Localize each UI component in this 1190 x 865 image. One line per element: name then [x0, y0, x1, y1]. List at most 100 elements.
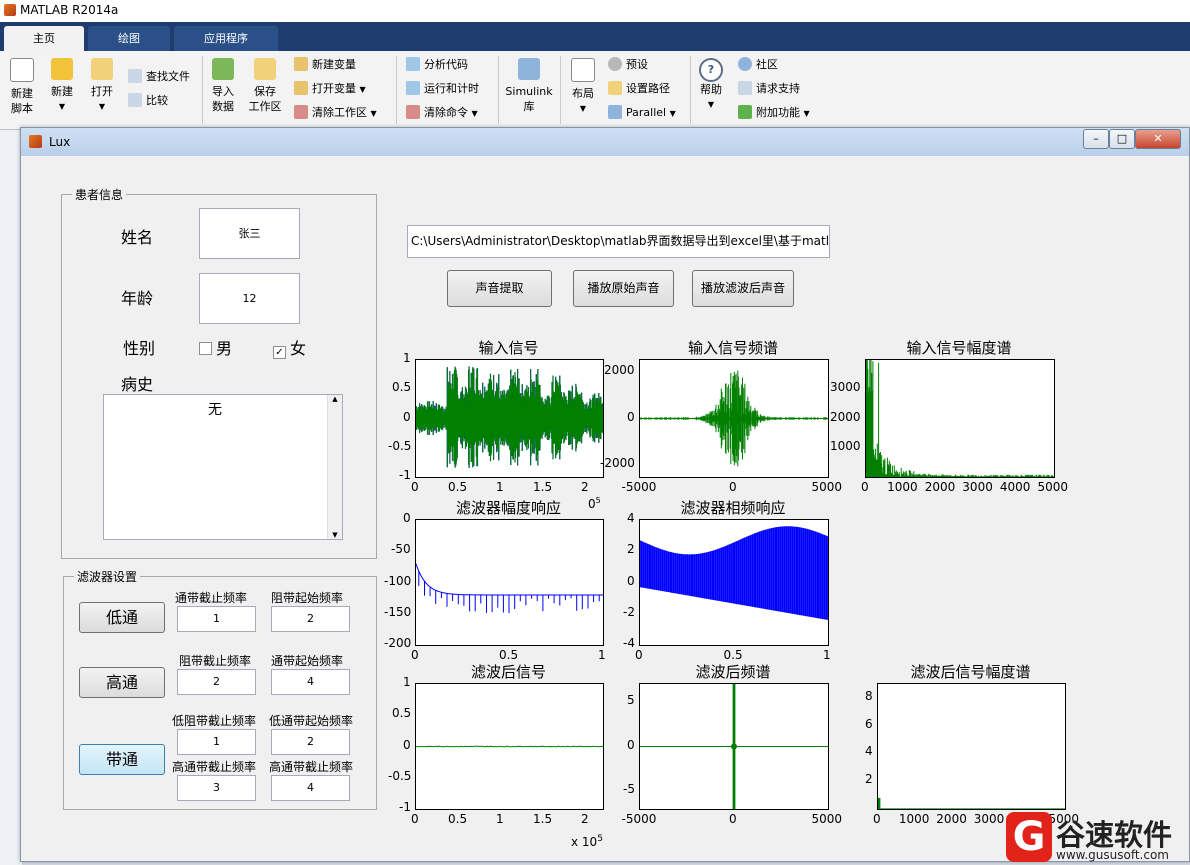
- community-button[interactable]: 社区: [738, 56, 778, 74]
- x-tick-label: 0.5: [499, 648, 519, 662]
- new-script-button[interactable]: 新建 脚本: [6, 58, 38, 116]
- gear-icon: [608, 57, 622, 71]
- y-tick-label: -0.5: [388, 768, 412, 783]
- matlab-title: MATLAB R2014a: [20, 3, 119, 17]
- parallel-icon: [608, 105, 622, 119]
- new-variable-button[interactable]: 新建变量: [294, 56, 356, 74]
- y-tick-label: 2: [627, 542, 635, 557]
- y-tick-label: -1: [399, 800, 411, 814]
- y-tick-label: 3000: [830, 380, 861, 395]
- y-tick-label: 2000: [604, 362, 635, 377]
- x-tick-label: 2: [581, 812, 589, 826]
- x-tick-label: 1.5: [533, 812, 553, 826]
- y-tick-label: 4: [865, 744, 873, 759]
- series-line-input-signal: [416, 366, 603, 468]
- chart-svg-input-spectrum: [640, 370, 828, 467]
- chart-title-filtered-amplitude-spectrum: 滤波后信号幅度谱: [910, 663, 1031, 681]
- chevron-down-icon: ▼: [98, 102, 106, 111]
- y-tick-label: 6: [865, 716, 873, 731]
- new-button[interactable]: 新建 ▼: [46, 58, 78, 114]
- toolbar-divider: [498, 56, 499, 124]
- series-line-filter-phase: [640, 526, 828, 620]
- save-workspace-button[interactable]: 保存 工作区: [246, 58, 284, 114]
- x-tick-label: 1: [496, 480, 504, 494]
- y-tick-label: -4: [623, 636, 635, 650]
- x-tick-label: 0: [873, 812, 881, 826]
- chart-svg-filtered-spectrum: [640, 684, 828, 809]
- y-tick-label: 0: [627, 573, 635, 588]
- run-and-time-label: 运行和计时: [424, 82, 479, 95]
- chevron-down-icon: ▼: [669, 109, 676, 118]
- x-tick-label: 0.5: [448, 812, 468, 826]
- y-tick-label: -100: [384, 573, 412, 588]
- add-ons-button[interactable]: 附加功能 ▼: [738, 104, 810, 122]
- chart-axes-input-signal[interactable]: [415, 359, 604, 478]
- compare-icon: [128, 93, 142, 107]
- chart-axes-filtered-amplitude-spectrum[interactable]: [877, 683, 1066, 810]
- analyze-code-icon: [406, 57, 420, 71]
- community-icon: [738, 57, 752, 71]
- add-ons-label: 附加功能: [756, 106, 800, 119]
- open-variable-button[interactable]: 打开变量 ▼: [294, 80, 366, 98]
- chart-axes-filter-phase[interactable]: [639, 519, 829, 646]
- parallel-button[interactable]: Parallel ▼: [608, 104, 676, 122]
- clear-commands-label: 清除命令: [424, 106, 468, 119]
- chevron-down-icon: ▼: [707, 100, 715, 109]
- simulink-library-button[interactable]: Simulink 库: [504, 58, 554, 114]
- clear-workspace-icon: [294, 105, 308, 119]
- analyze-code-button[interactable]: 分析代码: [406, 56, 468, 74]
- help-icon: ?: [699, 58, 723, 82]
- chart-axes-filtered-signal[interactable]: [415, 683, 604, 810]
- y-tick-label: 2000: [830, 409, 861, 424]
- x-tick-label: 2: [581, 480, 589, 494]
- import-data-label: 导入 数据: [212, 85, 234, 113]
- series-line-filter-magnitude: [416, 563, 603, 614]
- find-files-button[interactable]: 查找文件: [128, 68, 190, 86]
- y-tick-label: -0.5: [388, 438, 412, 453]
- chart-svg-filter-magnitude: [416, 563, 603, 614]
- set-path-icon: [608, 81, 622, 95]
- set-path-button[interactable]: 设置路径: [608, 80, 670, 98]
- analyze-code-label: 分析代码: [424, 58, 468, 71]
- clear-commands-button[interactable]: 清除命令 ▼: [406, 104, 478, 122]
- add-ons-icon: [738, 105, 752, 119]
- tab-plots[interactable]: 绘图: [88, 26, 170, 51]
- help-button[interactable]: ? 帮助 ▼: [694, 58, 728, 112]
- new-label: 新建: [51, 85, 73, 98]
- y-tick-label: 4: [627, 511, 635, 525]
- chevron-down-icon: ▼: [370, 109, 377, 118]
- chart-axes-filtered-spectrum[interactable]: [639, 683, 829, 810]
- x-tick-label: 5000: [1037, 480, 1069, 494]
- run-and-time-button[interactable]: 运行和计时: [406, 80, 479, 98]
- request-support-button[interactable]: 请求支持: [738, 80, 800, 98]
- tab-home[interactable]: 主页: [4, 26, 84, 51]
- x-tick-label: 1000: [898, 812, 930, 826]
- open-button[interactable]: 打开 ▼: [86, 58, 118, 114]
- x-tick-label: 1000: [887, 480, 918, 494]
- chevron-down-icon: ▼: [471, 109, 478, 118]
- plus-icon: [51, 58, 73, 80]
- new-script-icon: [10, 58, 34, 82]
- x-tick-label: 5000: [811, 480, 843, 494]
- x-tick-label: 0.5: [723, 648, 743, 662]
- preferences-label: 预设: [626, 58, 648, 71]
- preferences-button[interactable]: 预设: [608, 56, 648, 74]
- chart-axes-input-spectrum[interactable]: [639, 359, 829, 478]
- chevron-down-icon: ▼: [803, 109, 810, 118]
- clear-workspace-button[interactable]: 清除工作区 ▼: [294, 104, 377, 122]
- chart-axes-filter-magnitude[interactable]: [415, 519, 604, 646]
- import-data-button[interactable]: 导入 数据: [206, 58, 240, 114]
- chart-axes-input-amplitude-spectrum[interactable]: [865, 359, 1055, 478]
- compare-button[interactable]: 比较: [128, 92, 168, 110]
- set-path-label: 设置路径: [626, 82, 670, 95]
- new-variable-label: 新建变量: [312, 58, 356, 71]
- x-tick-label: 0: [729, 812, 737, 826]
- y-tick-label: 1: [403, 675, 411, 689]
- x-tick-label: 3000: [973, 812, 1005, 826]
- matlab-background-panel: [0, 130, 22, 865]
- x-tick-label: 5000: [811, 812, 843, 826]
- x-tick-label: 1: [598, 648, 606, 662]
- layout-button[interactable]: 布局 ▼: [566, 58, 600, 116]
- tab-apps[interactable]: 应用程序: [174, 26, 278, 51]
- x-exponent-label: x 105: [571, 834, 603, 849]
